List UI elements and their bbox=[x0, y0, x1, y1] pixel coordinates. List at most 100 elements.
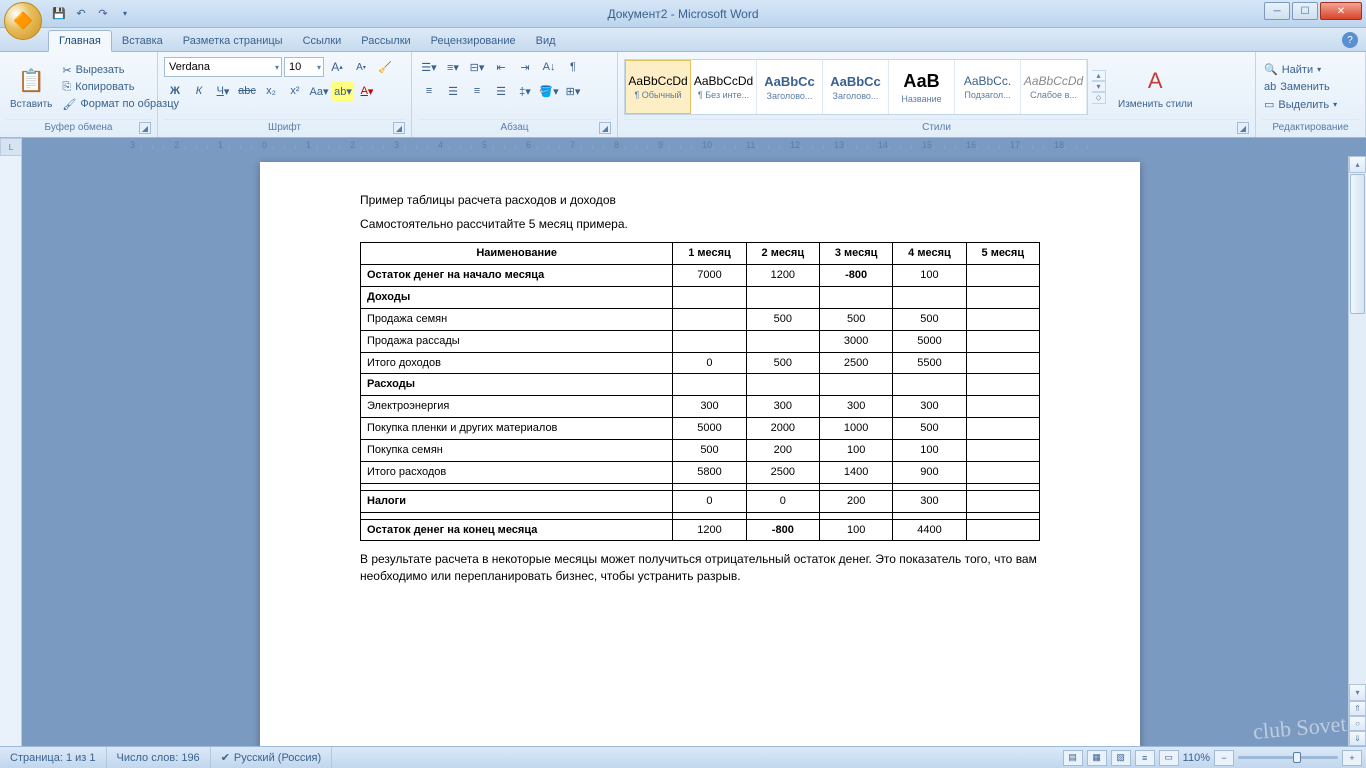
style-item[interactable]: AaBbCcDdСлабое в... bbox=[1021, 60, 1087, 114]
tab-mailings[interactable]: Рассылки bbox=[351, 31, 420, 51]
vertical-ruler[interactable] bbox=[0, 156, 22, 746]
table-row: Налоги00200300 bbox=[361, 490, 1040, 512]
select-button[interactable]: ▭Выделить▾ bbox=[1262, 97, 1339, 112]
row-value-cell bbox=[893, 374, 966, 396]
change-case-button[interactable]: Aa▾ bbox=[308, 81, 330, 101]
status-language[interactable]: ✔Русский (Россия) bbox=[211, 747, 333, 768]
subscript-button[interactable]: x₂ bbox=[260, 81, 282, 101]
view-draft-button[interactable]: ▭ bbox=[1159, 750, 1179, 766]
gallery-down-button[interactable]: ▾ bbox=[1092, 81, 1106, 92]
row-value-cell bbox=[673, 374, 746, 396]
style-item[interactable]: АаВНазвание bbox=[889, 60, 955, 114]
styles-dialog-launcher[interactable]: ◢ bbox=[1237, 122, 1249, 134]
view-print-layout-button[interactable]: ▤ bbox=[1063, 750, 1083, 766]
row-value-cell: 300 bbox=[893, 490, 966, 512]
style-item[interactable]: AaBbCcЗаголово... bbox=[823, 60, 889, 114]
gallery-up-button[interactable]: ▴ bbox=[1092, 70, 1106, 81]
status-page[interactable]: Страница: 1 из 1 bbox=[0, 747, 107, 768]
page[interactable]: Пример таблицы расчета расходов и доходо… bbox=[260, 162, 1140, 746]
undo-icon[interactable]: ↶ bbox=[72, 5, 90, 23]
tab-insert[interactable]: Вставка bbox=[112, 31, 173, 51]
zoom-in-button[interactable]: + bbox=[1342, 750, 1362, 766]
justify-button[interactable]: ☰ bbox=[490, 81, 512, 101]
bold-button[interactable]: Ж bbox=[164, 81, 186, 101]
shrink-font-button[interactable]: A▾ bbox=[350, 57, 372, 77]
change-styles-button[interactable]: A Изменить стили bbox=[1114, 63, 1196, 112]
style-item[interactable]: AaBbCcЗаголово... bbox=[757, 60, 823, 114]
borders-button[interactable]: ⊞▾ bbox=[562, 81, 584, 101]
view-web-button[interactable]: ▧ bbox=[1111, 750, 1131, 766]
row-name-cell: Расходы bbox=[361, 374, 673, 396]
superscript-button[interactable]: x² bbox=[284, 81, 306, 101]
font-size-combo[interactable]: 10 bbox=[284, 57, 324, 77]
italic-button[interactable]: К bbox=[188, 81, 210, 101]
replace-icon: ab bbox=[1264, 81, 1276, 93]
underline-button[interactable]: Ч▾ bbox=[212, 81, 234, 101]
font-color-button[interactable]: A▾ bbox=[356, 81, 378, 101]
ruler-corner[interactable]: L bbox=[0, 138, 22, 156]
zoom-slider[interactable] bbox=[1238, 756, 1338, 759]
row-name-cell: Электроэнергия bbox=[361, 396, 673, 418]
office-button[interactable]: 🔶 bbox=[4, 2, 42, 40]
tab-review[interactable]: Рецензирование bbox=[421, 31, 526, 51]
align-left-button[interactable]: ≡ bbox=[418, 81, 440, 101]
redo-icon[interactable]: ↷ bbox=[94, 5, 112, 23]
grow-font-button[interactable]: A▴ bbox=[326, 57, 348, 77]
zoom-slider-thumb[interactable] bbox=[1293, 752, 1301, 763]
prev-page-button[interactable]: ⇑ bbox=[1349, 701, 1366, 716]
scroll-up-button[interactable]: ▴ bbox=[1349, 156, 1366, 173]
browse-object-button[interactable]: ○ bbox=[1349, 716, 1366, 731]
line-spacing-button[interactable]: ‡▾ bbox=[514, 81, 536, 101]
view-reading-button[interactable]: ▦ bbox=[1087, 750, 1107, 766]
next-page-button[interactable]: ⇓ bbox=[1349, 731, 1366, 746]
numbering-button[interactable]: ≡▾ bbox=[442, 57, 464, 77]
font-dialog-launcher[interactable]: ◢ bbox=[393, 122, 405, 134]
zoom-level[interactable]: 110% bbox=[1183, 752, 1210, 764]
minimize-button[interactable]: ─ bbox=[1264, 2, 1290, 20]
gallery-more-button[interactable]: ⬦ bbox=[1092, 92, 1106, 104]
sort-button[interactable]: A↓ bbox=[538, 57, 560, 77]
maximize-button[interactable]: ☐ bbox=[1292, 2, 1318, 20]
strikethrough-button[interactable]: abc bbox=[236, 81, 258, 101]
tab-layout[interactable]: Разметка страницы bbox=[173, 31, 293, 51]
tab-view[interactable]: Вид bbox=[526, 31, 566, 51]
save-icon[interactable]: 💾 bbox=[50, 5, 68, 23]
style-item[interactable]: AaBbCc.Подзагол... bbox=[955, 60, 1021, 114]
style-item[interactable]: AaBbCcDd¶ Без инте... bbox=[691, 60, 757, 114]
align-right-button[interactable]: ≡ bbox=[466, 81, 488, 101]
font-family-combo[interactable]: Verdana bbox=[164, 57, 282, 77]
view-outline-button[interactable]: ≡ bbox=[1135, 750, 1155, 766]
bullets-button[interactable]: ☰▾ bbox=[418, 57, 440, 77]
decrease-indent-button[interactable]: ⇤ bbox=[490, 57, 512, 77]
increase-indent-button[interactable]: ⇥ bbox=[514, 57, 536, 77]
clear-formatting-button[interactable]: 🧹 bbox=[374, 57, 396, 77]
scroll-down-button[interactable]: ▾ bbox=[1349, 684, 1366, 701]
clipboard-dialog-launcher[interactable]: ◢ bbox=[139, 122, 151, 134]
row-value-cell bbox=[819, 374, 892, 396]
align-center-button[interactable]: ☰ bbox=[442, 81, 464, 101]
scroll-thumb[interactable] bbox=[1350, 174, 1365, 314]
show-marks-button[interactable]: ¶ bbox=[562, 57, 584, 77]
multilevel-button[interactable]: ⊟▾ bbox=[466, 57, 488, 77]
help-icon[interactable]: ? bbox=[1342, 32, 1358, 48]
row-value-cell: 500 bbox=[746, 308, 819, 330]
tab-references[interactable]: Ссылки bbox=[293, 31, 352, 51]
paragraph-dialog-launcher[interactable]: ◢ bbox=[599, 122, 611, 134]
style-sample: AaBbCc bbox=[830, 74, 881, 89]
shading-button[interactable]: 🪣▾ bbox=[538, 81, 560, 101]
table-row: Покупка семян500200100100 bbox=[361, 439, 1040, 461]
tab-home[interactable]: Главная bbox=[48, 30, 112, 52]
replace-button[interactable]: abЗаменить bbox=[1262, 80, 1339, 94]
status-words[interactable]: Число слов: 196 bbox=[107, 747, 211, 768]
paste-button[interactable]: 📋 Вставить bbox=[6, 63, 56, 112]
row-name-cell: Продажа семян bbox=[361, 308, 673, 330]
zoom-out-button[interactable]: − bbox=[1214, 750, 1234, 766]
row-value-cell: 7000 bbox=[673, 265, 746, 287]
find-button[interactable]: 🔍Найти▾ bbox=[1262, 62, 1339, 77]
style-item[interactable]: AaBbCcDd¶ Обычный bbox=[625, 60, 691, 114]
close-button[interactable]: ✕ bbox=[1320, 2, 1362, 20]
highlight-button[interactable]: ab▾ bbox=[332, 81, 354, 101]
row-value-cell bbox=[819, 512, 892, 519]
row-value-cell: 300 bbox=[673, 396, 746, 418]
qat-more-icon[interactable]: ▾ bbox=[116, 5, 134, 23]
